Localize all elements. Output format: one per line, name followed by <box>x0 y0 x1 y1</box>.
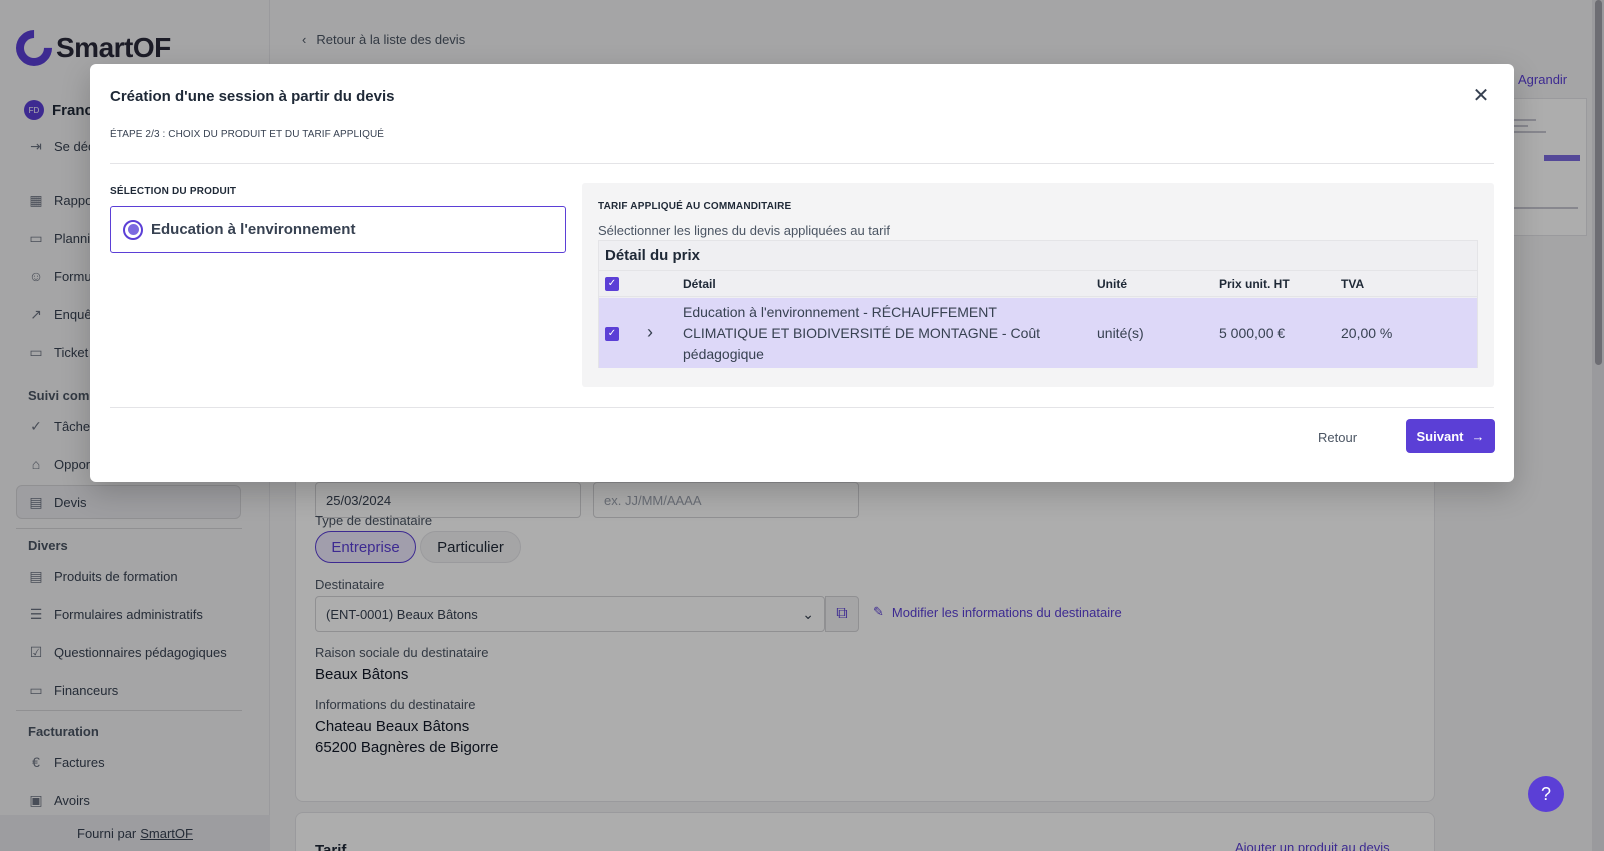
product-option-label: Education à l'environnement <box>151 221 356 238</box>
arrow-right-icon: → <box>1471 428 1485 444</box>
row-detail-line: Education à l'environnement - RÉCHAUFFEM… <box>683 304 997 320</box>
price-table-header: ✓ Détail Unité Prix unit. HT TVA <box>599 270 1477 297</box>
row-price: 5 000,00 € <box>1219 325 1286 341</box>
create-session-modal: Création d'une session à partir du devis… <box>90 64 1514 482</box>
tarif-panel: TARIF APPLIQUÉ AU COMMANDITAIRE Sélectio… <box>582 183 1494 387</box>
row-unit: unité(s) <box>1097 325 1144 341</box>
radio-selected-icon[interactable] <box>123 219 143 240</box>
modal-divider <box>110 163 1494 164</box>
back-button[interactable]: Retour <box>1318 430 1357 445</box>
chevron-right-icon[interactable]: › <box>647 322 653 343</box>
modal-footer-divider <box>110 407 1494 408</box>
next-button-label: Suivant <box>1416 428 1464 444</box>
col-unit: Unité <box>1097 277 1127 291</box>
close-icon[interactable]: ✕ <box>1470 84 1492 107</box>
select-all-checkbox[interactable]: ✓ <box>605 277 619 291</box>
price-table: Détail du prix ✓ Détail Unité Prix unit.… <box>598 240 1478 368</box>
col-detail: Détail <box>683 277 716 291</box>
row-detail: Education à l'environnement - RÉCHAUFFEM… <box>683 302 1083 365</box>
price-table-title: Détail du prix <box>605 247 701 264</box>
col-price: Prix unit. HT <box>1219 277 1290 291</box>
product-section-label: SÉLECTION DU PRODUIT <box>110 186 237 197</box>
row-tva: 20,00 % <box>1341 325 1393 341</box>
table-row[interactable]: ✓ › Education à l'environnement - RÉCHAU… <box>599 298 1477 368</box>
col-tva: TVA <box>1341 277 1365 291</box>
help-button[interactable]: ? <box>1528 776 1564 812</box>
radio-dot <box>127 224 139 235</box>
row-checkbox[interactable]: ✓ <box>605 327 619 341</box>
modal-title: Création d'une session à partir du devis <box>110 88 395 105</box>
next-button[interactable]: Suivant → <box>1406 419 1495 453</box>
tarif-subtitle: Sélectionner les lignes du devis appliqu… <box>598 223 890 238</box>
product-option[interactable]: Education à l'environnement <box>110 206 566 253</box>
row-detail-line: pédagogique <box>683 346 764 362</box>
row-detail-line: CLIMATIQUE ET BIODIVERSITÉ DE MONTAGNE -… <box>683 325 1041 341</box>
modal-step: ÉTAPE 2/3 : CHOIX DU PRODUIT ET DU TARIF… <box>110 129 385 140</box>
tarif-section-label: TARIF APPLIQUÉ AU COMMANDITAIRE <box>598 201 792 212</box>
